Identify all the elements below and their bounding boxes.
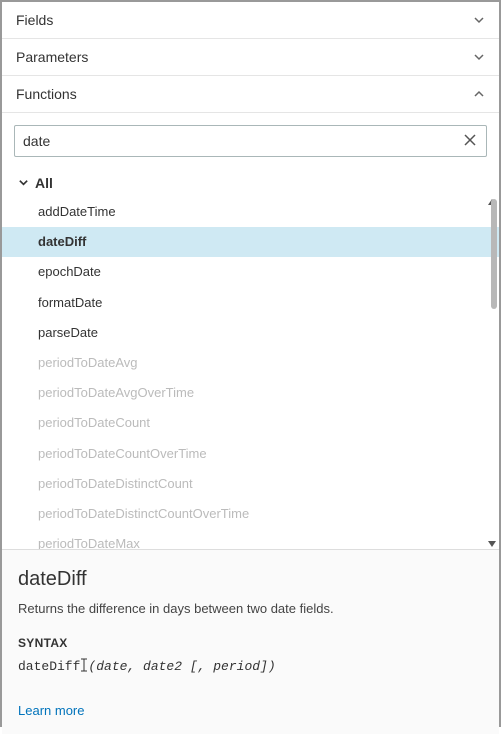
parameters-section-header[interactable]: Parameters [2, 39, 499, 76]
clear-search-button[interactable] [462, 133, 478, 149]
chevron-up-icon [473, 88, 485, 100]
close-icon [463, 133, 477, 150]
functions-section-header[interactable]: Functions [2, 76, 499, 113]
list-item[interactable]: formatDate [2, 288, 499, 318]
list-item: periodToDateMax [2, 529, 499, 549]
list-item: periodToDateCountOverTime [2, 439, 499, 469]
function-details-panel: dateDiff Returns the difference in days … [2, 549, 499, 734]
search-input[interactable] [23, 133, 462, 149]
list-item[interactable]: addDateTime [2, 197, 499, 227]
list-item: periodToDateDistinctCountOverTime [2, 499, 499, 529]
list-item[interactable]: dateDiff [2, 227, 499, 257]
syntax-label: SYNTAX [18, 636, 483, 650]
list-item: periodToDateAvg [2, 348, 499, 378]
search-container [14, 125, 487, 157]
chevron-down-icon [473, 51, 485, 63]
list-item[interactable]: parseDate [2, 318, 499, 348]
category-all[interactable]: All [2, 169, 499, 197]
fields-label: Fields [16, 12, 53, 28]
functions-list[interactable]: addDateTimedateDiffepochDateformatDatepa… [2, 197, 499, 549]
details-title: dateDiff [18, 568, 483, 591]
list-item[interactable]: epochDate [2, 257, 499, 287]
scroll-down-icon [487, 539, 497, 549]
chevron-down-icon [473, 14, 485, 26]
fields-section-header[interactable]: Fields [2, 2, 499, 39]
text-cursor-icon [80, 658, 88, 672]
scrollbar-thumb[interactable] [491, 199, 497, 309]
functions-list-container: addDateTimedateDiffepochDateformatDatepa… [2, 197, 499, 549]
list-item: periodToDateAvgOverTime [2, 378, 499, 408]
syntax-args: (date, date2 [, period]) [88, 659, 275, 674]
parameters-label: Parameters [16, 49, 88, 65]
list-item: periodToDateDistinctCount [2, 469, 499, 499]
scrollbar[interactable] [491, 199, 497, 547]
details-description: Returns the difference in days between t… [18, 601, 483, 616]
learn-more-link[interactable]: Learn more [18, 703, 84, 718]
category-label: All [35, 175, 53, 191]
syntax-fn-name: dateDiff [18, 659, 80, 674]
list-item: periodToDateCount [2, 408, 499, 438]
functions-label: Functions [16, 86, 77, 102]
syntax-code: dateDiff (date, date2 [, period]) [18, 656, 483, 674]
chevron-down-icon [18, 175, 29, 191]
functions-body: All addDateTimedateDiffepochDateformatDa… [2, 113, 499, 734]
